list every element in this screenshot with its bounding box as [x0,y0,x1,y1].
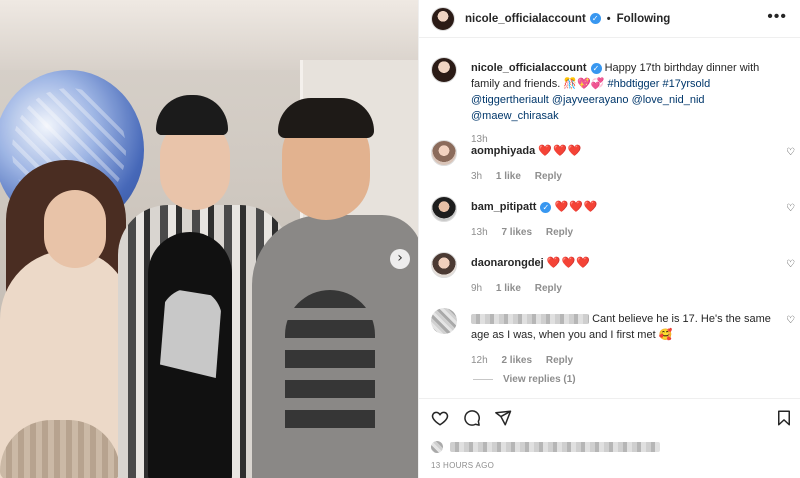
caption-avatar[interactable] [431,57,457,83]
blurred-liker-avatar [431,441,443,454]
reply-button[interactable]: Reply [535,283,562,294]
comment-likes[interactable]: 7 likes [501,227,532,238]
comment-meta: 13h 7 likes Reply [471,225,771,241]
blurred-username [471,314,589,325]
verified-badge-icon: ✓ [589,13,601,24]
blurred-avatar[interactable] [431,308,457,334]
comment-body: daonarongdej ❤️❤️❤️ 9h 1 like Reply [471,255,771,297]
caption: nicole_officialaccount ✓ Happy 17th birth… [431,57,791,148]
verified-badge-icon: ✓ [590,62,602,74]
heart-icon[interactable] [431,409,449,427]
teen-tee-print [160,288,222,378]
comment-text: ❤️❤️❤️ [554,200,599,213]
caption-tag[interactable]: @jayveerayano [552,94,629,106]
following-button[interactable]: Following [617,13,671,25]
action-bar [419,398,800,438]
comment-time[interactable]: 12h [471,355,488,366]
comment-text: ❤️❤️❤️ [538,144,583,157]
comment: bam_pitipatt ✓ ❤️❤️❤️ 13h 7 likes Reply ♡ [431,196,795,241]
caption-tag[interactable]: @love_nid_nid [632,94,705,106]
comment-likes[interactable]: 2 likes [501,355,532,366]
comment-text: ❤️❤️❤️ [546,256,591,269]
author-avatar[interactable] [431,6,455,31]
man-tee-print [285,290,375,440]
caption-tag[interactable]: #17yrsold [663,78,711,90]
comment-avatar[interactable] [431,252,457,278]
replies-divider [473,379,493,380]
comment-avatar[interactable] [431,140,457,166]
comment-body: aomphiyada ❤️❤️❤️ 3h 1 like Reply [471,143,771,185]
verified-badge-icon: ✓ [540,201,552,213]
post-header: nicole_officialaccount ✓ • Following ••• [419,0,800,38]
blurred-liked-by-text [450,442,661,453]
caption-tag[interactable]: #hbdtigger [607,78,659,90]
caption-tag[interactable]: @tiggertheriault [471,94,549,106]
comment-meta: 9h 1 like Reply [471,281,771,297]
comment-likes[interactable]: 1 like [496,171,521,182]
separator-dot: • [606,12,611,25]
woman-face [44,190,106,268]
post-timestamp[interactable]: 13 HOURS AGO [431,461,494,470]
more-options-icon[interactable]: ••• [767,8,787,26]
comment-like-heart-icon[interactable]: ♡ [786,259,795,270]
post-sidebar: nicole_officialaccount ✓ • Following •••… [418,0,800,478]
comment-meta: 3h 1 like Reply [471,169,771,185]
teen-cap [156,95,228,135]
author-username[interactable]: nicole_officialaccount [465,13,586,25]
reply-button[interactable]: Reply [546,355,573,366]
comment-time[interactable]: 13h [471,227,488,238]
man-hair [278,98,374,138]
comment-like-heart-icon[interactable]: ♡ [786,315,795,326]
post-photo[interactable]: › [0,0,418,478]
reply-button[interactable]: Reply [546,227,573,238]
comment-time[interactable]: 9h [471,283,482,294]
comment-avatar[interactable] [431,196,457,222]
comment-username[interactable]: aomphiyada [471,145,535,157]
comment: daonarongdej ❤️❤️❤️ 9h 1 like Reply ♡ [431,252,795,297]
share-icon[interactable] [494,409,512,427]
comment: aomphiyada ❤️❤️❤️ 3h 1 like Reply ♡ [431,140,795,185]
view-replies-label: View replies (1) [503,374,576,385]
comment-body: Cant believe he is 17. He's the same age… [471,311,771,369]
instagram-post: › nicole_officialaccount ✓ • Following •… [0,0,800,478]
caption-username[interactable]: nicole_officialaccount [471,62,587,74]
reply-button[interactable]: Reply [535,171,562,182]
comment-icon[interactable] [463,409,481,427]
comment-likes[interactable]: 1 like [496,283,521,294]
comment-username[interactable]: daonarongdej [471,257,544,269]
comment-meta: 12h 2 likes Reply [471,353,771,369]
comment-username[interactable]: bam_pitipatt [471,201,536,213]
view-replies-button[interactable]: View replies (1) [473,374,576,385]
carousel-next-button[interactable]: › [390,249,410,269]
caption-tag[interactable]: @maew_chirasak [471,110,559,122]
caption-body: nicole_officialaccount ✓ Happy 17th birth… [471,60,771,148]
comment-body: bam_pitipatt ✓ ❤️❤️❤️ 13h 7 likes Reply [471,199,771,241]
comment-time[interactable]: 3h [471,171,482,182]
comment: Cant believe he is 17. He's the same age… [431,308,795,369]
comment-like-heart-icon[interactable]: ♡ [786,203,795,214]
comment-like-heart-icon[interactable]: ♡ [786,147,795,158]
liked-by-line[interactable] [431,441,661,454]
bookmark-icon[interactable] [775,409,793,427]
